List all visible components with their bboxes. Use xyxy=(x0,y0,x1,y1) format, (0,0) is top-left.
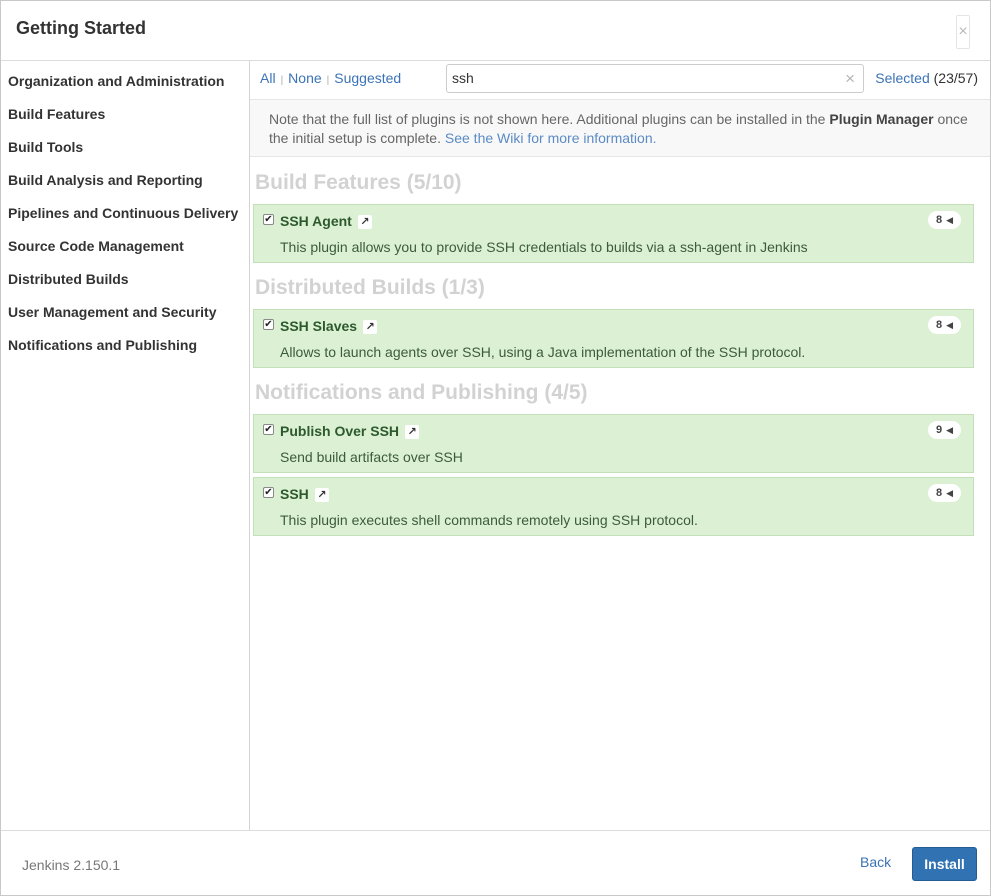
plugin-description: This plugin allows you to provide SSH cr… xyxy=(280,239,808,255)
plugin-description: Allows to launch agents over SSH, using … xyxy=(280,344,806,360)
selected-count-value: (23/57) xyxy=(933,70,978,86)
wiki-link[interactable]: See the Wiki for more information. xyxy=(445,130,657,146)
plugin-toolbar: All | None | Suggested × Selected (23/57) xyxy=(250,61,990,99)
note-plugin-manager: Plugin Manager xyxy=(829,111,934,127)
plugin-row-ssh-agent[interactable]: ✔ SSH Agent ↗ This plugin allows you to p… xyxy=(253,204,974,263)
sidebar-item-organization-and-administration[interactable]: Organization and Administration xyxy=(1,61,249,94)
plugin-row-publish-over-ssh[interactable]: ✔ Publish Over SSH ↗ Send build artifacts… xyxy=(253,414,974,473)
checkmark-icon[interactable]: ✔ xyxy=(263,319,274,330)
category-title-distributed-builds: Distributed Builds (1/3) xyxy=(255,276,485,299)
sidebar-item-pipelines-and-continuous-delivery[interactable]: Pipelines and Continuous Delivery xyxy=(1,193,249,226)
plugin-name: SSH Agent ↗ xyxy=(280,213,372,229)
getting-started-dialog: Getting Started × Organization and Admin… xyxy=(0,0,991,896)
clear-search-icon[interactable]: × xyxy=(845,69,855,89)
plugin-search-input[interactable] xyxy=(452,70,832,86)
plugin-selection-panel: All | None | Suggested × Selected (23/57) No… xyxy=(250,61,990,830)
dependency-count-badge[interactable]: 8 ◀ xyxy=(927,211,961,229)
separator: | xyxy=(280,75,284,86)
select-none-link[interactable]: None xyxy=(288,70,321,86)
plugin-row-ssh[interactable]: ✔ SSH ↗ This plugin executes shell comman… xyxy=(253,477,974,536)
selected-link[interactable]: Selected xyxy=(875,70,929,86)
caret-left-icon: ◀ xyxy=(946,215,953,225)
external-link-icon[interactable]: ↗ xyxy=(363,320,378,334)
dependency-count-badge[interactable]: 9 ◀ xyxy=(927,421,961,439)
plugin-name-text: SSH Agent xyxy=(280,213,352,229)
category-sidebar: Organization and Administration Build Fe… xyxy=(1,61,250,830)
install-button[interactable]: Install xyxy=(912,847,977,881)
plugin-name-text: SSH Slaves xyxy=(280,318,358,334)
close-icon[interactable]: × xyxy=(956,15,970,49)
dependency-count: 8 xyxy=(935,487,943,499)
plugin-row-ssh-slaves[interactable]: ✔ SSH Slaves ↗ Allows to launch agents ov… xyxy=(253,309,974,368)
dialog-title: Getting Started xyxy=(16,18,147,38)
plugin-description: Send build artifacts over SSH xyxy=(280,449,463,465)
sidebar-item-distributed-builds[interactable]: Distributed Builds xyxy=(1,259,249,292)
external-link-icon[interactable]: ↗ xyxy=(405,425,420,439)
plugin-name-text: Publish Over SSH xyxy=(280,423,400,439)
caret-left-icon: ◀ xyxy=(946,488,953,498)
dependency-count-badge[interactable]: 8 ◀ xyxy=(927,484,961,502)
dependency-count: 8 xyxy=(935,214,943,226)
category-title-build-features: Build Features (5/10) xyxy=(255,171,462,194)
selection-links: All | None | Suggested xyxy=(260,70,401,86)
selected-count: Selected (23/57) xyxy=(875,70,978,86)
dialog-header: Getting Started × xyxy=(1,1,990,61)
checkmark-icon[interactable]: ✔ xyxy=(263,424,274,435)
note-text-before: Note that the full list of plugins is no… xyxy=(269,111,830,127)
dependency-count: 9 xyxy=(935,424,943,436)
sidebar-item-user-management-and-security[interactable]: User Management and Security xyxy=(1,292,249,325)
select-all-link[interactable]: All xyxy=(260,70,276,86)
external-link-icon[interactable]: ↗ xyxy=(314,488,329,502)
plugin-name: SSH Slaves ↗ xyxy=(280,318,378,334)
external-link-icon[interactable]: ↗ xyxy=(357,215,372,229)
select-suggested-link[interactable]: Suggested xyxy=(334,70,401,86)
jenkins-version: Jenkins 2.150.1 xyxy=(22,857,121,873)
caret-left-icon: ◀ xyxy=(946,425,953,435)
plugin-name: Publish Over SSH ↗ xyxy=(280,423,420,439)
dependency-count-badge[interactable]: 8 ◀ xyxy=(927,316,961,334)
sidebar-item-source-code-management[interactable]: Source Code Management xyxy=(1,226,249,259)
back-button[interactable]: Back xyxy=(860,854,891,870)
separator: | xyxy=(326,75,330,86)
category-title-notifications-and-publishing: Notifications and Publishing (4/5) xyxy=(255,381,588,404)
sidebar-item-build-features[interactable]: Build Features xyxy=(1,94,249,127)
plugin-search-box: × xyxy=(446,64,864,93)
dialog-footer: Jenkins 2.150.1 Back Install xyxy=(1,830,990,895)
caret-left-icon: ◀ xyxy=(946,320,953,330)
plugin-list: Build Features (5/10) ✔ SSH Agent ↗ This … xyxy=(250,157,990,830)
sidebar-item-notifications-and-publishing[interactable]: Notifications and Publishing xyxy=(1,325,249,358)
plugin-name: SSH ↗ xyxy=(280,486,329,502)
checkmark-icon[interactable]: ✔ xyxy=(263,487,274,498)
dependency-count: 8 xyxy=(935,319,943,331)
sidebar-item-build-tools[interactable]: Build Tools xyxy=(1,127,249,160)
sidebar-item-build-analysis-and-reporting[interactable]: Build Analysis and Reporting xyxy=(1,160,249,193)
plugin-manager-note: Note that the full list of plugins is no… xyxy=(250,99,990,157)
checkmark-icon[interactable]: ✔ xyxy=(263,214,274,225)
plugin-name-text: SSH xyxy=(280,486,309,502)
plugin-description: This plugin executes shell commands remo… xyxy=(280,512,698,528)
